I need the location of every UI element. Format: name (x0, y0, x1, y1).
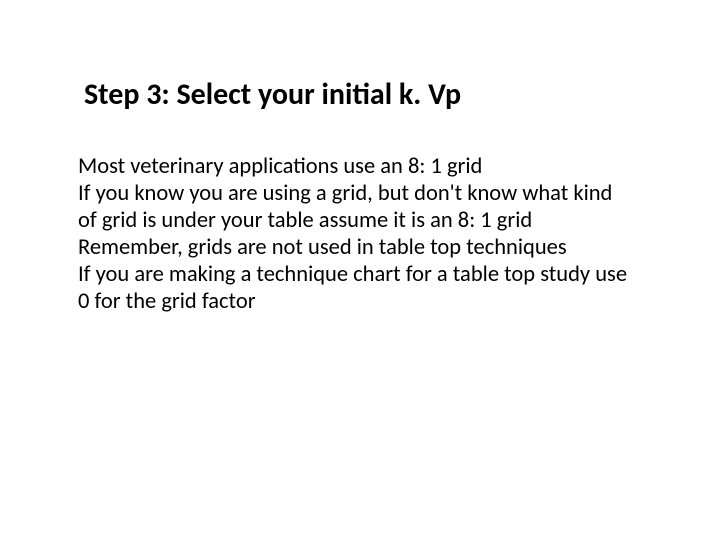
body-line-3: Remember, grids are not used in table to… (78, 234, 635, 261)
body-line-1: Most veterinary applications use an 8: 1… (78, 153, 635, 180)
slide-body: Most veterinary applications use an 8: 1… (78, 153, 635, 315)
body-line-2: If you know you are using a grid, but do… (78, 180, 635, 234)
slide-title: Step 3: Select your initial k. Vp (78, 78, 635, 113)
body-line-4: If you are making a technique chart for … (78, 261, 635, 315)
